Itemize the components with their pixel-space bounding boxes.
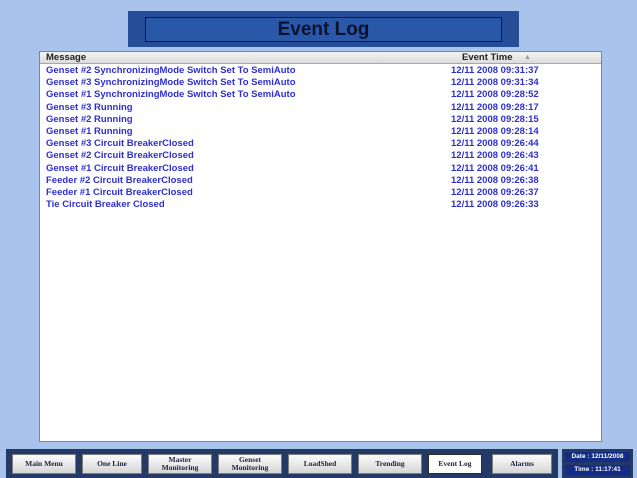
- row-message: Genset #1 SynchronizingMode Switch Set T…: [46, 89, 296, 101]
- loadshed-label: LoadShed: [303, 459, 337, 468]
- column-header-event-time[interactable]: Event Time: [462, 52, 513, 63]
- event-log-table[interactable]: Message Event Time ▲ Genset #2 Synchroni…: [39, 51, 602, 442]
- row-event-time: 12/11 2008 09:28:17: [451, 101, 539, 113]
- row-event-time: 12/11 2008 09:28:14: [451, 125, 539, 137]
- table-row[interactable]: Genset #1 SynchronizingMode Switch Set T…: [40, 89, 601, 101]
- table-header: Message Event Time ▲: [40, 52, 601, 64]
- navigation-bar: Main Menu One Line Master Monitoring Gens…: [6, 449, 558, 478]
- master-monitoring-label-line2: Monitoring: [161, 463, 199, 472]
- table-row[interactable]: Genset #2 SynchronizingMode Switch Set T…: [40, 65, 601, 77]
- trending-label: Trending: [375, 459, 405, 468]
- title-bar: Event Log: [128, 11, 519, 47]
- time-display: Time : 11:17:41: [565, 465, 630, 475]
- event-log-label: Event Log: [438, 459, 472, 468]
- row-message: Genset #2 Running: [46, 113, 133, 125]
- datetime-status: Date : 12/11/2008 Time : 11:17:41: [562, 449, 633, 478]
- column-header-message[interactable]: Message: [46, 52, 86, 63]
- table-row[interactable]: Feeder #2 Circuit BreakerClosed 12/11 200…: [40, 175, 601, 187]
- table-row[interactable]: Genset #2 Circuit BreakerClosed 12/11 200…: [40, 150, 601, 162]
- row-message: Feeder #2 Circuit BreakerClosed: [46, 174, 193, 186]
- trending-button[interactable]: Trending: [358, 454, 422, 474]
- row-message: Genset #2 SynchronizingMode Switch Set T…: [46, 65, 296, 76]
- row-message: Tie Circuit Breaker Closed: [46, 199, 165, 211]
- row-event-time: 12/11 2008 09:31:37: [451, 65, 539, 76]
- table-row[interactable]: Genset #3 Circuit BreakerClosed 12/11 200…: [40, 138, 601, 150]
- table-row[interactable]: Genset #1 Circuit BreakerClosed 12/11 200…: [40, 163, 601, 175]
- table-row[interactable]: Genset #1 Running 12/11 2008 09:28:14: [40, 126, 601, 138]
- row-event-time: 12/11 2008 09:26:43: [451, 150, 539, 162]
- genset-monitoring-label-line2: Monitoring: [231, 463, 269, 472]
- main-menu-button[interactable]: Main Menu: [12, 454, 76, 474]
- one-line-button[interactable]: One Line: [82, 454, 142, 474]
- row-message: Genset #1 Circuit BreakerClosed: [46, 162, 194, 174]
- row-message: Genset #3 SynchronizingMode Switch Set T…: [46, 77, 296, 89]
- sort-ascending-icon[interactable]: ▲: [524, 53, 531, 63]
- main-menu-label: Main Menu: [25, 459, 63, 468]
- row-event-time: 12/11 2008 09:26:38: [451, 174, 539, 186]
- row-message: Feeder #1 Circuit BreakerClosed: [46, 186, 193, 198]
- row-event-time: 12/11 2008 09:26:44: [451, 138, 539, 150]
- row-event-time: 12/11 2008 09:31:34: [451, 77, 539, 89]
- table-row[interactable]: Feeder #1 Circuit BreakerClosed 12/11 200…: [40, 187, 601, 199]
- genset-monitoring-button[interactable]: Genset Monitoring: [218, 454, 282, 474]
- alarms-button[interactable]: Alarms: [492, 454, 552, 474]
- row-event-time: 12/11 2008 09:26:37: [451, 186, 539, 198]
- row-event-time: 12/11 2008 09:26:41: [451, 162, 539, 174]
- master-monitoring-button[interactable]: Master Monitoring: [148, 454, 212, 474]
- table-body: Genset #2 SynchronizingMode Switch Set T…: [40, 64, 601, 211]
- row-message: Genset #3 Running: [46, 101, 133, 113]
- row-message: Genset #2 Circuit BreakerClosed: [46, 150, 194, 162]
- table-row[interactable]: Tie Circuit Breaker Closed 12/11 2008 09:…: [40, 199, 601, 211]
- date-display: Date : 12/11/2008: [565, 452, 630, 462]
- row-event-time: 12/11 2008 09:28:52: [451, 89, 539, 101]
- row-event-time: 12/11 2008 09:28:15: [451, 113, 539, 125]
- alarms-label: Alarms: [510, 459, 534, 468]
- table-row[interactable]: Genset #2 Running 12/11 2008 09:28:15: [40, 114, 601, 126]
- one-line-label: One Line: [97, 459, 127, 468]
- event-log-button[interactable]: Event Log: [428, 454, 482, 474]
- table-row[interactable]: Genset #3 Running 12/11 2008 09:28:17: [40, 102, 601, 114]
- loadshed-button[interactable]: LoadShed: [288, 454, 352, 474]
- row-event-time: 12/11 2008 09:26:33: [451, 199, 539, 211]
- table-row[interactable]: Genset #3 SynchronizingMode Switch Set T…: [40, 77, 601, 89]
- row-message: Genset #3 Circuit BreakerClosed: [46, 138, 194, 150]
- page-title: Event Log: [145, 17, 502, 42]
- row-message: Genset #1 Running: [46, 125, 133, 137]
